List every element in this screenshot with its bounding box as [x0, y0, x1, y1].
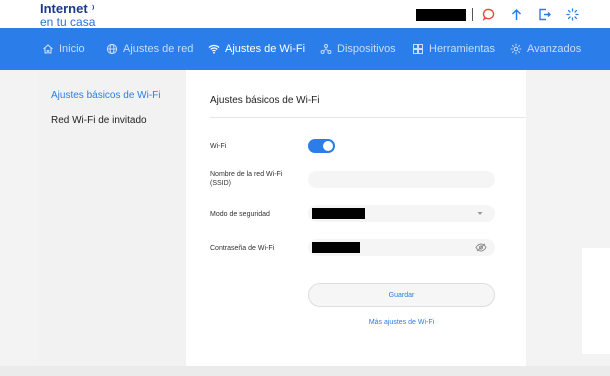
nav-item-ajustes-de-wifi[interactable]: Ajustes de Wi-Fi — [208, 28, 305, 70]
redacted-security-mode — [312, 208, 365, 219]
nav-item-inicio[interactable]: Inicio — [42, 28, 85, 70]
nav-label: Inicio — [59, 43, 85, 55]
title-divider — [210, 117, 526, 118]
main-nav: Inicio Ajustes de red Ajustes de Wi-Fi D… — [0, 28, 610, 70]
ssid-label-line1: Nombre de la red Wi-Fi — [210, 171, 283, 178]
loading-icon — [564, 6, 580, 22]
ssid-label: Nombre de la red Wi-Fi (SSID) — [210, 170, 282, 188]
nav-label: Dispositivos — [337, 43, 396, 55]
ssid-input[interactable] — [308, 171, 495, 188]
home-icon — [43, 44, 53, 54]
password-input[interactable] — [308, 239, 495, 256]
wifi-toggle[interactable] — [308, 139, 335, 153]
nav-item-dispositivos[interactable]: Dispositivos — [320, 28, 396, 70]
security-mode-select[interactable] — [308, 205, 495, 222]
top-separator — [472, 8, 473, 21]
sidebar-item-red-invitado[interactable]: Red Wi-Fi de invitado — [51, 115, 147, 126]
devices-icon — [320, 44, 332, 54]
nav-item-avanzados[interactable]: Avanzados — [510, 28, 581, 70]
page-title: Ajustes básicos de Wi-Fi — [210, 95, 320, 106]
logo-line2: en tu casa — [40, 15, 96, 29]
nav-item-ajustes-de-red[interactable]: Ajustes de red — [106, 28, 193, 70]
wifi-icon — [208, 44, 220, 54]
upload-icon[interactable] — [508, 6, 524, 22]
wifi-label: Wi-Fi — [210, 143, 227, 150]
nav-label: Avanzados — [527, 43, 582, 55]
redacted-username — [416, 9, 466, 21]
more-wifi-settings-link[interactable]: Más ajustes de Wi-Fi — [308, 319, 495, 326]
chat-icon[interactable] — [480, 6, 496, 22]
eye-off-icon[interactable] — [475, 243, 487, 252]
redacted-password — [312, 242, 360, 253]
globe-icon — [106, 43, 118, 55]
gear-icon — [510, 43, 522, 55]
logo-wifi-icon: ◝ — [87, 3, 97, 13]
nav-label: Ajustes de Wi-Fi — [225, 43, 306, 55]
ssid-label-line2: (SSID) — [210, 180, 231, 187]
logout-icon[interactable] — [536, 6, 552, 22]
nav-label: Herramientas — [429, 43, 496, 55]
tools-icon — [413, 44, 423, 54]
nav-item-herramientas[interactable]: Herramientas — [412, 28, 495, 70]
settings-panel: Ajustes básicos de Wi-Fi Wi-Fi Nombre de… — [186, 70, 526, 366]
save-button[interactable]: Guardar — [308, 283, 495, 307]
footer-strip — [0, 366, 610, 376]
top-bar: Internet ◝ en tu casa — [0, 0, 610, 28]
logo[interactable]: Internet ◝ en tu casa — [40, 1, 97, 29]
chevron-down-icon — [477, 212, 483, 215]
toggle-knob — [323, 141, 333, 151]
security-mode-label: Modo de seguridad — [210, 211, 270, 218]
side-panel-edge — [582, 248, 610, 354]
sidebar: Ajustes básicos de Wi-Fi Red Wi-Fi de in… — [38, 70, 186, 366]
logo-line1: Internet — [40, 1, 88, 16]
sidebar-item-ajustes-basicos[interactable]: Ajustes básicos de Wi-Fi — [51, 90, 160, 101]
nav-label: Ajustes de red — [123, 43, 194, 55]
password-label: Contraseña de Wi-Fi — [210, 245, 275, 252]
